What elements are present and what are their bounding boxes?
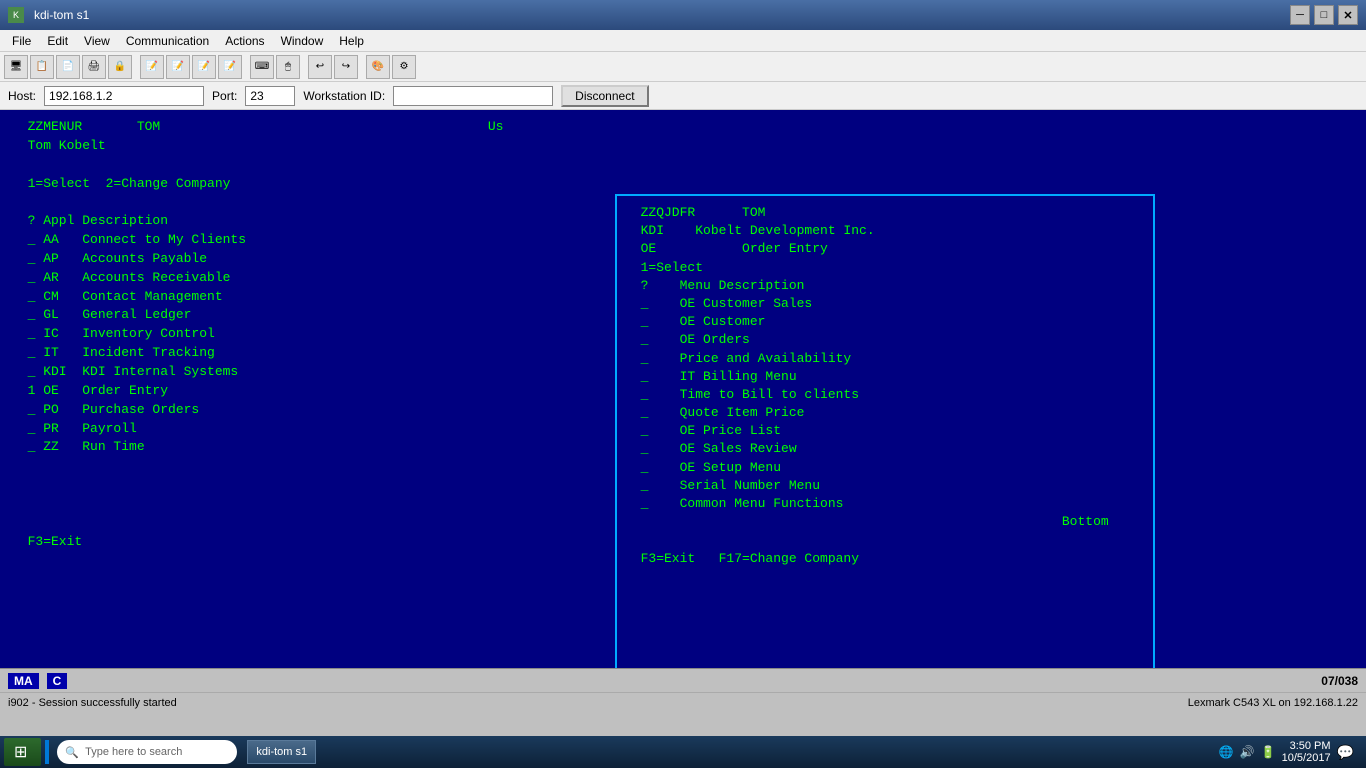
taskbar-date: 10/5/2017 [1282, 752, 1331, 764]
toolbar-btn-9[interactable]: 📝 [218, 55, 242, 79]
taskbar-app-item[interactable]: kdi-tom s1 [247, 740, 316, 764]
title-bar: K kdi-tom s1 ─ □ ✕ [0, 0, 1366, 30]
taskbar-search[interactable]: 🔍 Type here to search [57, 740, 237, 764]
popup-window[interactable]: ZZQJDFR TOM KDI Kobelt Development Inc. … [615, 194, 1155, 668]
taskbar-items: 🔍 Type here to search kdi-tom s1 [53, 740, 1210, 764]
terminal-area[interactable]: ZZMENUR TOM Us Tom Kobelt 1=Select 2=Cha… [0, 110, 1366, 668]
toolbar-btn-5[interactable]: 🔒 [108, 55, 132, 79]
toolbar-btn-12[interactable]: ↩ [308, 55, 332, 79]
toolbar-btn-11[interactable]: 🖱 [276, 55, 300, 79]
toolbar-btn-14[interactable]: 🎨 [366, 55, 390, 79]
workstation-input[interactable] [393, 86, 553, 106]
menu-actions[interactable]: Actions [217, 32, 272, 50]
taskbar-time: 3:50 PM [1290, 740, 1331, 752]
status-row-col: 07/038 [1321, 674, 1358, 688]
toolbar: 🖥 📋 📄 🖨 🔒 📝 📝 📝 📝 ⌨ 🖱 ↩ ↪ 🎨 ⚙ [0, 52, 1366, 82]
taskbar-app-label: kdi-tom s1 [256, 746, 307, 758]
start-icon: ⊞ [14, 742, 27, 762]
notification-icon[interactable]: 💬 [1337, 744, 1354, 761]
menu-view[interactable]: View [76, 32, 118, 50]
workstation-label: Workstation ID: [303, 89, 385, 103]
title-bar-controls: ─ □ ✕ [1290, 5, 1358, 25]
title-bar-left: K kdi-tom s1 [8, 7, 89, 23]
toolbar-btn-1[interactable]: 🖥 [4, 55, 28, 79]
app-icon: K [8, 7, 24, 23]
info-message: i902 - Session successfully started [8, 697, 177, 709]
toolbar-btn-15[interactable]: ⚙ [392, 55, 416, 79]
taskbar: ⊞ 🔍 Type here to search kdi-tom s1 🌐 🔊 🔋… [0, 736, 1366, 768]
tray-volume-icon: 🔊 [1240, 745, 1255, 759]
taskbar-clock[interactable]: 3:50 PM 10/5/2017 [1282, 740, 1331, 764]
disconnect-button[interactable]: Disconnect [561, 85, 648, 107]
tray-network-icon: 🌐 [1219, 745, 1234, 759]
port-label: Port: [212, 89, 237, 103]
toolbar-btn-8[interactable]: 📝 [192, 55, 216, 79]
status-mode: C [47, 673, 68, 689]
menu-edit[interactable]: Edit [39, 32, 76, 50]
window-title: kdi-tom s1 [34, 8, 89, 22]
close-button[interactable]: ✕ [1338, 5, 1358, 25]
status-indicator: MA [8, 673, 39, 689]
taskbar-right: 🌐 🔊 🔋 3:50 PM 10/5/2017 💬 [1211, 740, 1362, 764]
status-bar: MA C 07/038 [0, 668, 1366, 692]
menu-window[interactable]: Window [273, 32, 332, 50]
toolbar-btn-10[interactable]: ⌨ [250, 55, 274, 79]
toolbar-btn-7[interactable]: 📝 [166, 55, 190, 79]
menu-communication[interactable]: Communication [118, 32, 217, 50]
start-button[interactable]: ⊞ [4, 738, 41, 766]
toolbar-btn-2[interactable]: 📋 [30, 55, 54, 79]
host-bar: Host: Port: Workstation ID: Disconnect [0, 82, 1366, 110]
toolbar-btn-13[interactable]: ↪ [334, 55, 358, 79]
search-placeholder: Type here to search [85, 746, 182, 758]
search-icon: 🔍 [65, 746, 79, 759]
info-right-text: Lexmark C543 XL on 192.168.1.22 [1188, 697, 1358, 709]
maximize-button[interactable]: □ [1314, 5, 1334, 25]
port-input[interactable] [245, 86, 295, 106]
host-input[interactable] [44, 86, 204, 106]
toolbar-btn-6[interactable]: 📝 [140, 55, 164, 79]
host-label: Host: [8, 89, 36, 103]
menu-file[interactable]: File [4, 32, 39, 50]
menu-help[interactable]: Help [331, 32, 372, 50]
toolbar-btn-3[interactable]: 📄 [56, 55, 80, 79]
minimize-button[interactable]: ─ [1290, 5, 1310, 25]
info-bar: i902 - Session successfully started Lexm… [0, 692, 1366, 712]
toolbar-btn-4[interactable]: 🖨 [82, 55, 106, 79]
tray-battery-icon: 🔋 [1261, 745, 1276, 759]
menu-bar: File Edit View Communication Actions Win… [0, 30, 1366, 52]
